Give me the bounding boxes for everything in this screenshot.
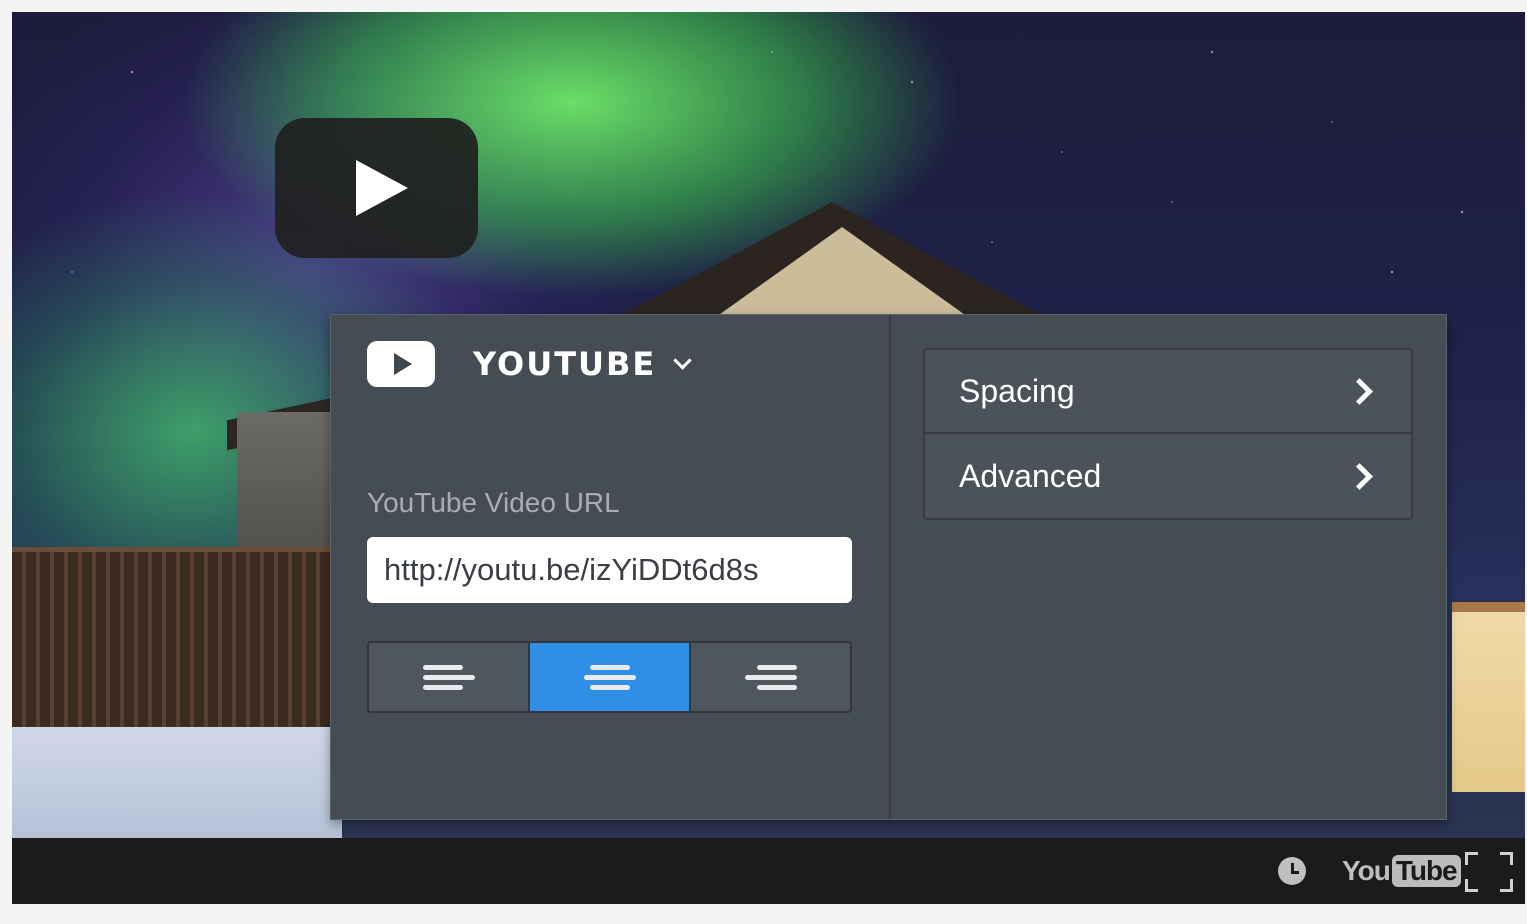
youtube-logo-tube: Tube [1391,855,1461,887]
chevron-down-icon[interactable] [673,350,692,370]
block-settings-panel: YOUTUBE YouTube Video URL http://youtu.b… [330,314,1447,820]
thumbnail-fence [12,552,342,752]
align-left-icon [422,664,475,690]
chevron-right-icon [1346,377,1373,405]
block-settings-sections: Spacing Advanced [891,315,1446,819]
page-frame: You Tube YOUTUBE YouTube Video URL http:… [0,0,1527,924]
youtube-logo[interactable]: You Tube [1342,852,1461,890]
section-spacing-label: Spacing [959,372,1075,409]
player-control-bar: You Tube [12,838,1525,904]
play-button[interactable] [275,118,478,258]
align-center-icon [583,664,636,690]
section-spacing[interactable]: Spacing [923,348,1413,434]
align-right-icon [744,664,797,690]
block-type-title: YOUTUBE [473,345,657,383]
fullscreen-icon[interactable] [1465,852,1513,892]
align-center-button[interactable] [530,643,691,711]
play-icon [355,160,408,216]
thumbnail-right-hut [1452,612,1525,792]
youtube-url-input[interactable] [367,537,852,603]
block-type-selector[interactable]: YOUTUBE [367,339,692,389]
youtube-icon [367,341,435,387]
thumbnail-snow [12,727,342,838]
chevron-right-icon [1346,462,1373,490]
youtube-logo-you: You [1342,855,1391,886]
align-right-button[interactable] [691,643,850,711]
clock-icon[interactable] [1278,857,1306,885]
url-field-label: YouTube Video URL [367,487,620,518]
section-advanced-label: Advanced [959,457,1102,494]
section-advanced[interactable]: Advanced [923,434,1413,520]
alignment-toggle-group [367,641,852,713]
block-settings-main: YOUTUBE YouTube Video URL [331,315,891,819]
align-left-button[interactable] [369,643,530,711]
thumbnail-house-gable [702,227,982,327]
